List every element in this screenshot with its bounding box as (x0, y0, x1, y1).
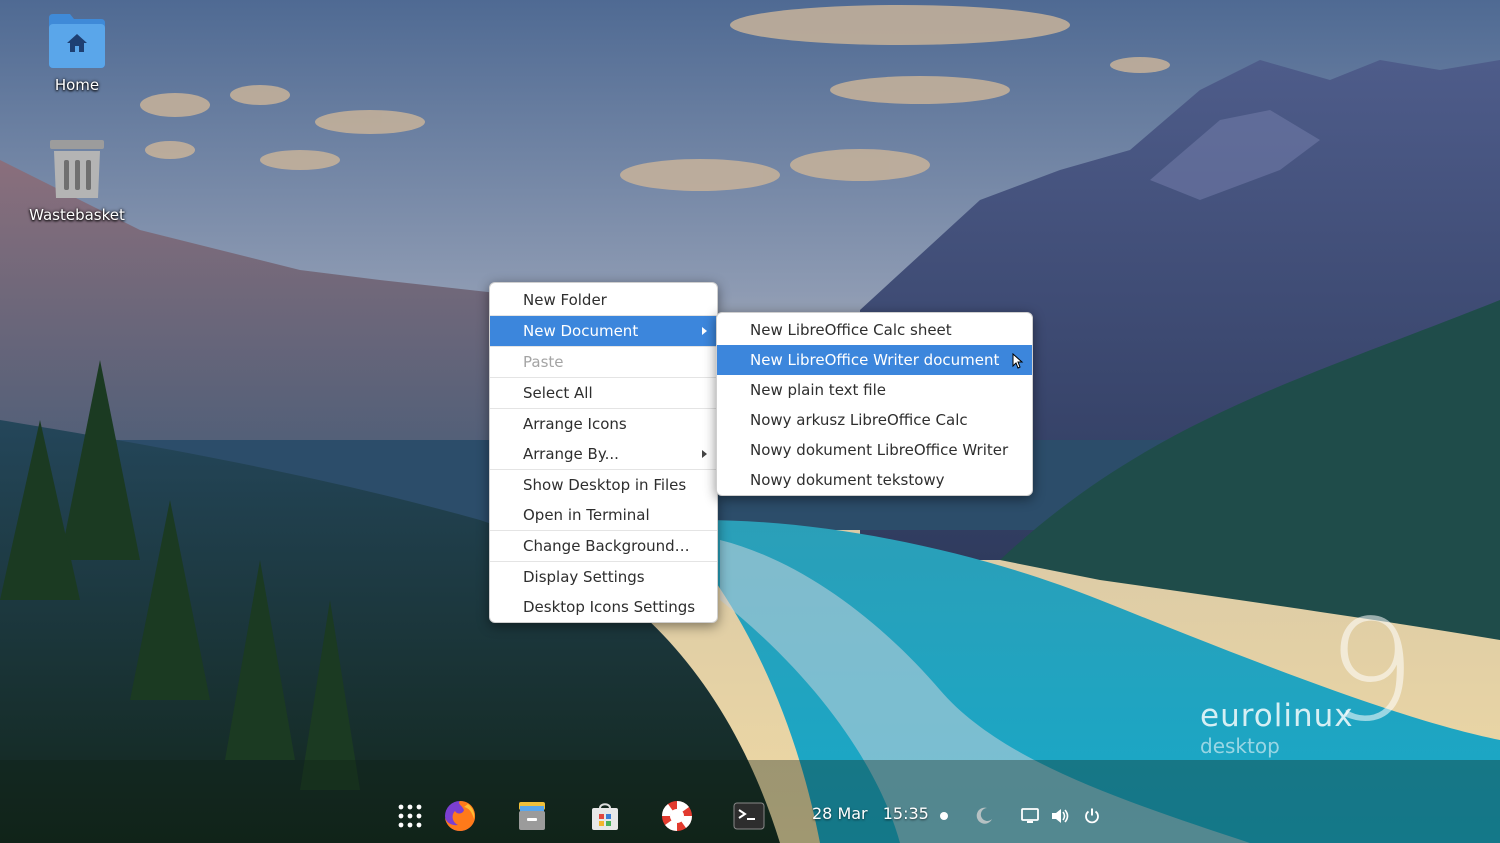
notification-indicator[interactable] (924, 796, 964, 836)
menu-item-show-desktop-in-files[interactable]: Show Desktop in Files (490, 470, 717, 500)
menu-item-label: Open in Terminal (523, 506, 650, 524)
app-grid-button[interactable] (390, 796, 430, 836)
menu-item-new-document[interactable]: New Document (490, 316, 717, 347)
clock[interactable]: 28 Mar 15:35 (812, 804, 929, 823)
menu-item-label: Show Desktop in Files (523, 476, 687, 494)
submenu-item-new-writer-document[interactable]: New LibreOffice Writer document (717, 345, 1032, 375)
menu-item-label: Display Settings (523, 568, 645, 586)
software-store-button[interactable] (585, 796, 625, 836)
submenu-item-nowy-dokument-tekstowy[interactable]: Nowy dokument tekstowy (717, 465, 1032, 495)
menu-item-desktop-icons-settings[interactable]: Desktop Icons Settings (490, 592, 717, 622)
clock-date: 28 Mar (812, 804, 868, 823)
terminal-icon (733, 802, 765, 830)
menu-item-display-settings[interactable]: Display Settings (490, 562, 717, 592)
menu-item-label: New plain text file (750, 381, 887, 399)
app-grid-icon (398, 804, 422, 828)
menu-item-label: Change Background… (523, 537, 690, 555)
files-button[interactable] (512, 796, 552, 836)
menu-item-label: New LibreOffice Writer document (750, 351, 1000, 369)
menu-item-label: New Document (523, 322, 639, 340)
menu-item-label: Select All (523, 384, 593, 402)
volume-icon (1052, 809, 1069, 823)
menu-item-arrange-icons[interactable]: Arrange Icons (490, 409, 717, 439)
power-icon (1085, 808, 1099, 824)
menu-item-change-background[interactable]: Change Background… (490, 531, 717, 562)
brand-subtitle: desktop (1200, 734, 1280, 758)
menu-item-label: Nowy arkusz LibreOffice Calc (750, 411, 968, 429)
menu-item-arrange-by[interactable]: Arrange By... (490, 439, 717, 470)
desktop-context-menu: New Folder New Document Paste Select All… (489, 282, 718, 623)
notification-dot-icon (940, 812, 948, 820)
terminal-button[interactable] (729, 796, 769, 836)
clock-time: 15:35 (882, 804, 929, 823)
night-light-icon (976, 807, 992, 824)
files-icon (519, 802, 545, 830)
desktop-icon-label: Wastebasket (29, 206, 125, 224)
software-store-icon (592, 803, 618, 830)
desktop-icon-home[interactable]: Home (22, 12, 132, 94)
firefox-icon (445, 801, 476, 831)
menu-item-label: Desktop Icons Settings (523, 598, 696, 616)
menu-item-new-folder[interactable]: New Folder (490, 285, 717, 316)
submenu-item-nowy-dokument-writer[interactable]: Nowy dokument LibreOffice Writer (717, 435, 1032, 465)
brand-name: eurolinux (1200, 698, 1354, 734)
menu-item-label: New LibreOffice Calc sheet (750, 321, 952, 339)
menu-item-label: Arrange By... (523, 445, 619, 463)
mouse-pointer-icon (1012, 353, 1024, 369)
submenu-item-new-calc-sheet[interactable]: New LibreOffice Calc sheet (717, 315, 1032, 345)
screen-icon (1021, 808, 1039, 823)
firefox-button[interactable] (440, 796, 480, 836)
trash-icon (46, 138, 108, 200)
menu-item-label: Paste (523, 353, 564, 371)
menu-item-select-all[interactable]: Select All (490, 378, 717, 409)
submenu-arrow-icon (702, 450, 707, 458)
help-icon (662, 801, 692, 831)
submenu-arrow-icon (702, 327, 707, 335)
home-folder-icon (46, 12, 108, 70)
menu-item-paste[interactable]: Paste (490, 347, 717, 378)
night-light-indicator[interactable] (964, 796, 1004, 836)
desktop[interactable]: Home Wastebasket New Folder New Document… (0, 0, 1500, 843)
desktop-icon-label: Home (54, 76, 100, 94)
brand-watermark: 9 eurolinux desktop (1198, 602, 1428, 762)
submenu-item-new-plain-text[interactable]: New plain text file (717, 375, 1032, 405)
menu-item-open-in-terminal[interactable]: Open in Terminal (490, 500, 717, 531)
menu-item-label: New Folder (523, 291, 607, 309)
taskbar: 28 Mar 15:35 (388, 792, 1108, 840)
submenu-item-nowy-arkusz-calc[interactable]: Nowy arkusz LibreOffice Calc (717, 405, 1032, 435)
desktop-icon-wastebasket[interactable]: Wastebasket (22, 138, 132, 224)
help-button[interactable] (657, 796, 697, 836)
new-document-submenu: New LibreOffice Calc sheet New LibreOffi… (716, 312, 1033, 496)
menu-item-label: Nowy dokument tekstowy (750, 471, 945, 489)
menu-item-label: Arrange Icons (523, 415, 627, 433)
power-button[interactable] (1072, 796, 1112, 836)
menu-item-label: Nowy dokument LibreOffice Writer (750, 441, 1009, 459)
